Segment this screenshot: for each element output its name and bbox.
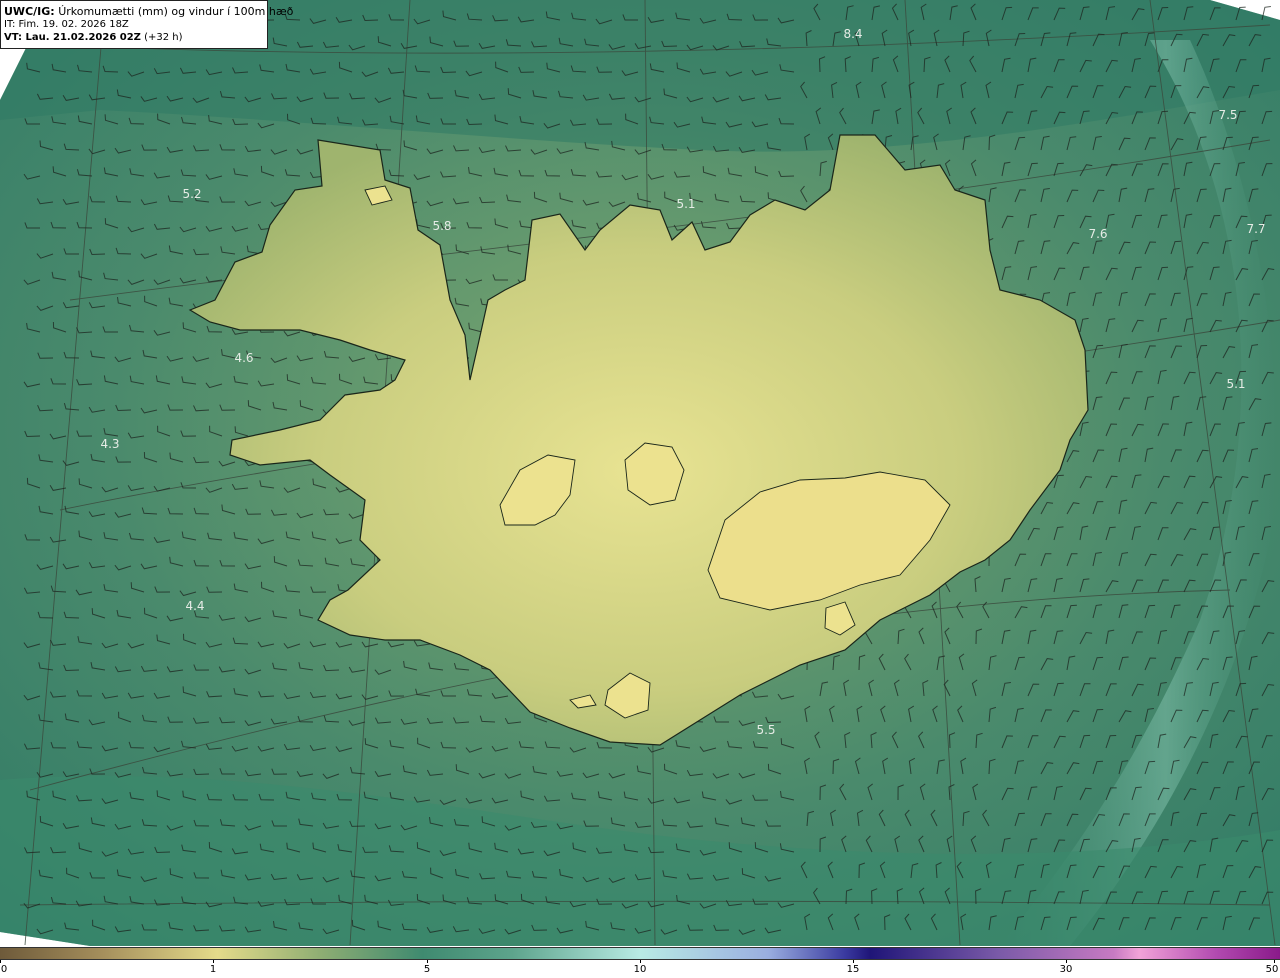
valid-time: VT: Lau. 21.02.2026 02Z [4,32,141,43]
colorbar-label: 5 [423,964,431,975]
precipitation-map[interactable]: 5.2 5.8 5.1 8.4 7.5 7.6 7.7 4.6 4.3 5.1 … [0,0,1280,946]
value-label: 5.2 [182,187,201,201]
value-label: 5.1 [1226,377,1245,391]
value-label: 7.7 [1246,222,1265,236]
colorbar-label: 10 [633,964,647,975]
title-line-1: UWC/IG: Úrkomumætti (mm) og vindur í 100… [4,5,293,18]
colorbar-tick [427,960,428,963]
colorbar-tick [213,960,214,963]
colorbar: 0 1 5 10 15 30 50 [0,947,1280,978]
title-line-3: VT: Lau. 21.02.2026 02Z (+32 h) [4,31,264,44]
value-label: 5.1 [676,197,695,211]
field-description: Úrkomumætti (mm) og vindur í 100m hæð [58,5,294,18]
init-time: Fim. 19. 02. 2026 18Z [18,19,129,30]
model-name: UWC/IG: [4,5,55,18]
lead-time: (+32 h) [144,32,183,43]
colorbar-label: 0 [0,964,8,975]
value-label: 4.3 [100,437,119,451]
colorbar-label: 30 [1059,964,1073,975]
value-label: 5.8 [432,219,451,233]
colorbar-tick [1274,960,1275,963]
colorbar-label: 15 [846,964,860,975]
value-label: 5.5 [756,723,775,737]
title-box: UWC/IG: Úrkomumætti (mm) og vindur í 100… [0,0,293,49]
colorbar-label: 50 [1265,964,1279,975]
colorbar-tick [1066,960,1067,963]
value-label: 4.6 [234,351,253,365]
init-time-label: IT: [4,19,16,30]
colorbar-label: 1 [209,964,217,975]
value-label: 7.5 [1218,108,1237,122]
colorbar-tick [640,960,641,963]
title-line-2: IT: Fim. 19. 02. 2026 18Z [4,18,264,31]
colorbar-tick [0,960,1,963]
value-label: 8.4 [843,27,862,41]
colorbar-tick [853,960,854,963]
colorbar-strip [0,947,1280,960]
value-label: 7.6 [1088,227,1107,241]
value-label: 4.4 [185,599,204,613]
